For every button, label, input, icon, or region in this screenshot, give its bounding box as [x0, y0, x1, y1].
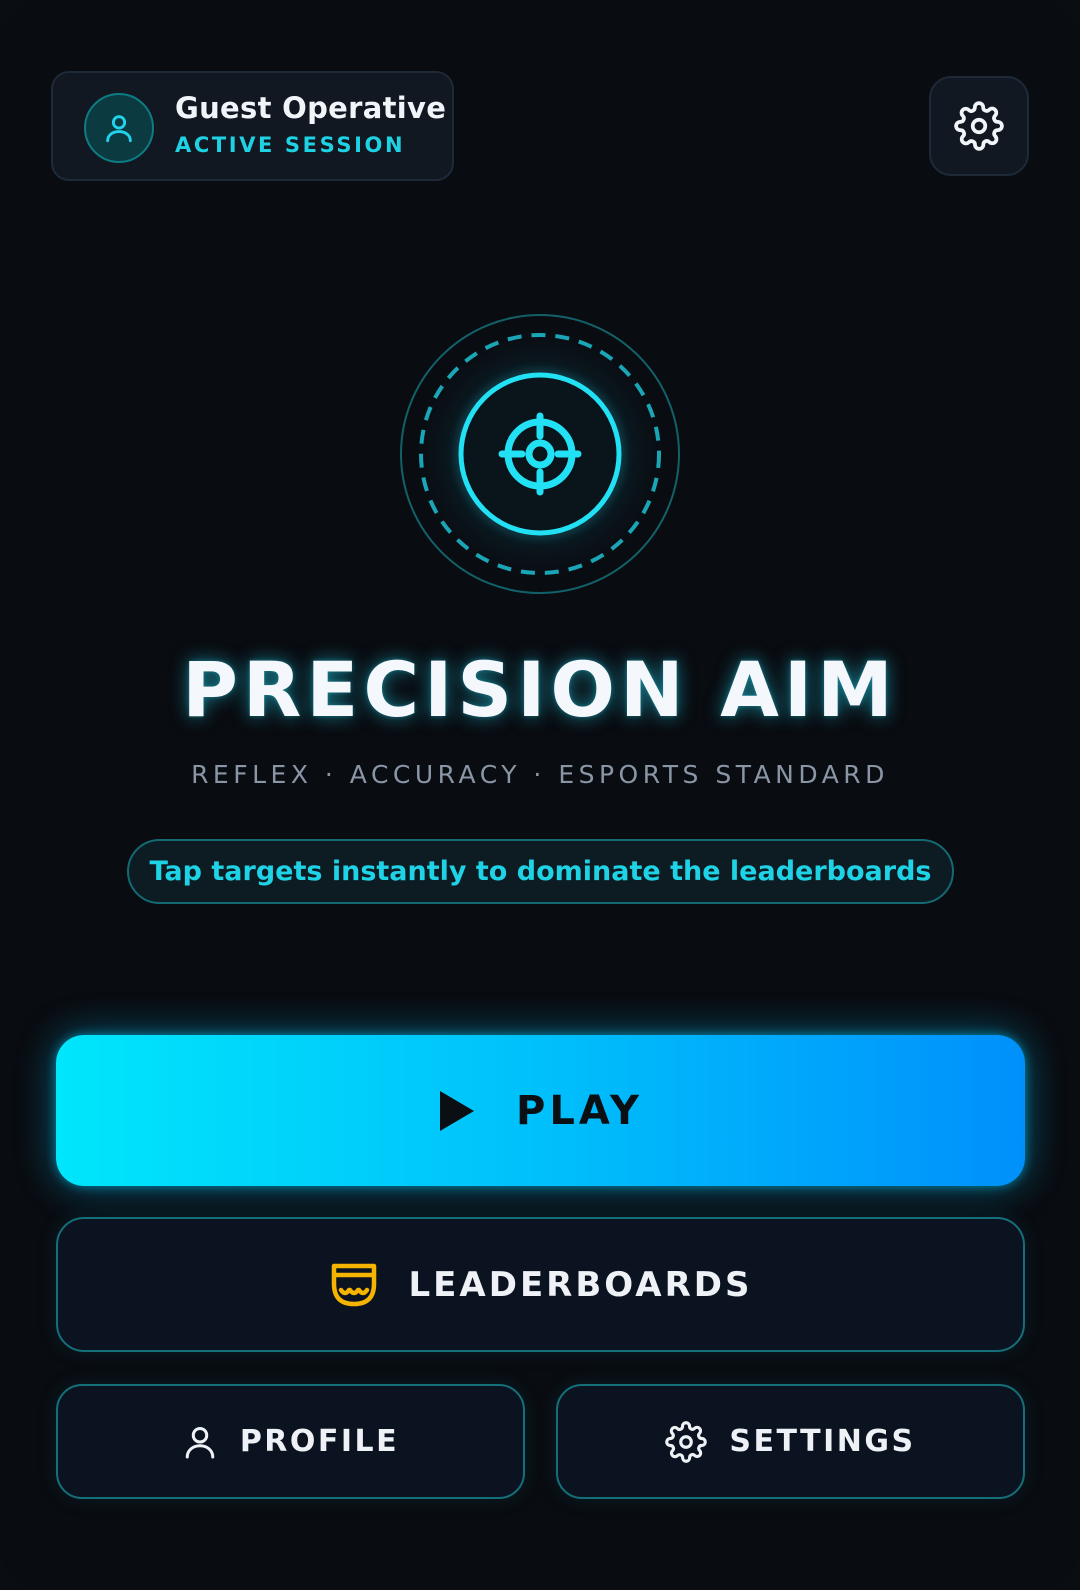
- settings-button[interactable]: SETTINGS: [556, 1384, 1025, 1499]
- settings-label: SETTINGS: [729, 1424, 916, 1459]
- top-settings-button[interactable]: [929, 76, 1029, 176]
- play-button[interactable]: PLAY: [56, 1035, 1025, 1186]
- inner-ring: [458, 372, 622, 536]
- leaderboards-button[interactable]: LEADERBOARDS: [56, 1217, 1025, 1352]
- trophy-icon: [329, 1262, 379, 1308]
- gear-icon: [665, 1420, 708, 1463]
- play-icon: [440, 1090, 475, 1131]
- leaderboards-label: LEADERBOARDS: [408, 1264, 753, 1305]
- tagline: REFLEX · ACCURACY · ESPORTS STANDARD: [191, 760, 889, 789]
- avatar: [84, 93, 154, 163]
- game-title: PRECISION AIM: [182, 645, 898, 734]
- play-label: PLAY: [516, 1087, 643, 1134]
- profile-button[interactable]: PROFILE: [56, 1384, 525, 1499]
- session-status: ACTIVE SESSION: [175, 133, 406, 157]
- user-chip[interactable]: Guest Operative ACTIVE SESSION: [51, 71, 454, 181]
- user-icon: [106, 115, 132, 143]
- hint-text: Tap targets instantly to dominate the le…: [149, 856, 932, 887]
- user-name: Guest Operative: [175, 91, 447, 125]
- crosshair-emblem: [400, 314, 680, 594]
- hint-pill: Tap targets instantly to dominate the le…: [127, 839, 954, 904]
- profile-label: PROFILE: [239, 1424, 400, 1459]
- gear-icon: [954, 101, 1004, 151]
- main-menu-screen: Guest Operative ACTIVE SESSION PRECISION…: [0, 0, 1080, 1590]
- user-icon: [182, 1423, 218, 1461]
